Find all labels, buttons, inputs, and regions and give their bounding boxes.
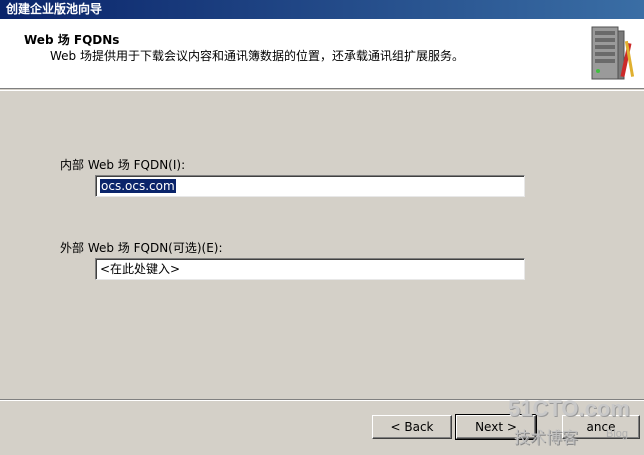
internal-fqdn-label: 内部 Web 场 FQDN(I): <box>60 158 186 172</box>
external-fqdn-value: <在此处键入> <box>100 262 181 276</box>
page-title: Web 场 FQDNs <box>24 33 120 47</box>
footer-divider <box>0 399 644 401</box>
window-titlebar[interactable]: 创建企业版池向导 <box>0 0 644 19</box>
cancel-button[interactable]: ance <box>562 415 640 439</box>
external-fqdn-input[interactable]: <在此处键入> <box>95 258 525 280</box>
header-divider <box>0 90 644 91</box>
internal-fqdn-input[interactable]: ocs.ocs.com <box>95 175 525 197</box>
page-description: Web 场提供用于下载会议内容和通讯簿数据的位置，还承载通讯组扩展服务。 <box>50 49 464 63</box>
back-button[interactable]: < Back <box>372 415 452 439</box>
external-fqdn-label: 外部 Web 场 FQDN(可选)(E): <box>60 241 223 255</box>
wizard-header: Web 场 FQDNs Web 场提供用于下载会议内容和通讯簿数据的位置，还承载… <box>0 19 644 89</box>
next-button[interactable]: Next > <box>455 414 537 440</box>
window-title: 创建企业版池向导 <box>6 2 103 16</box>
server-tools-icon <box>591 26 634 80</box>
internal-fqdn-value: ocs.ocs.com <box>100 179 176 193</box>
